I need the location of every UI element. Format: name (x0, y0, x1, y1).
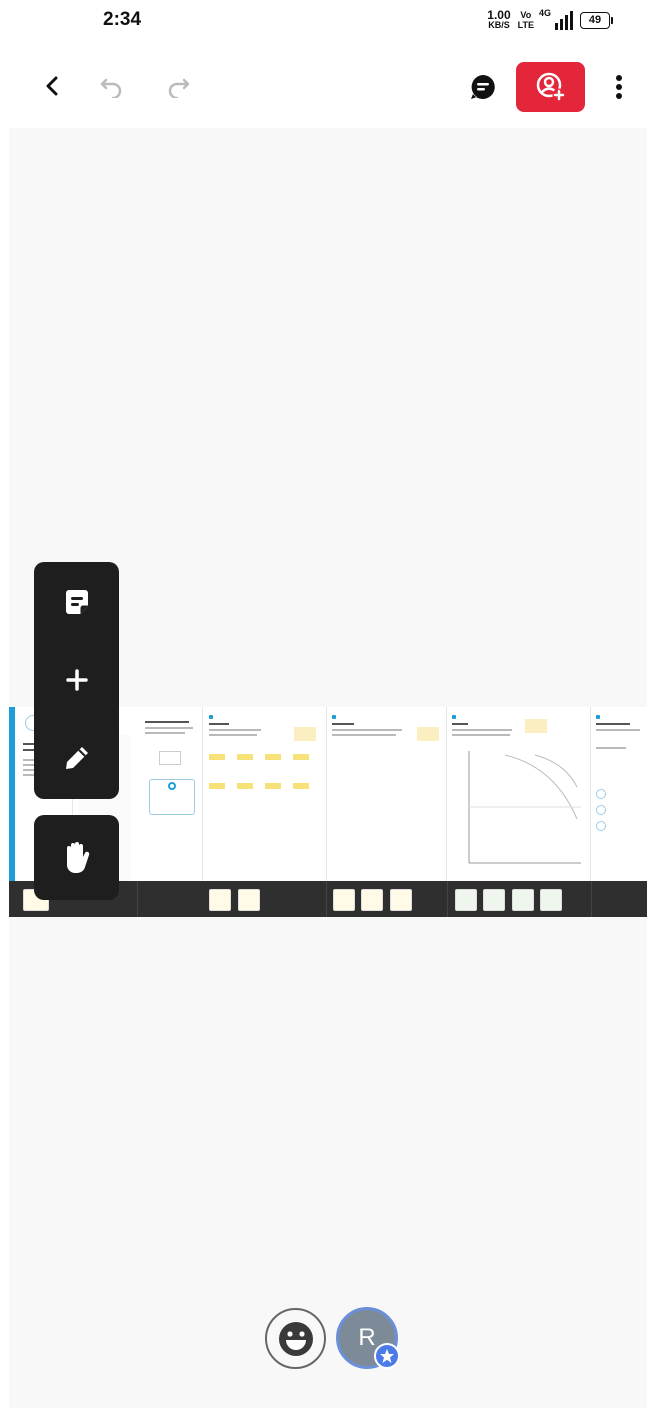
share-button[interactable] (516, 62, 585, 112)
status-bar: 2:34 1.00 KB/S Vo LTE 4G 49 (0, 0, 647, 44)
chevron-left-icon (46, 76, 58, 96)
plus-icon (65, 669, 88, 691)
network-type: 4G (539, 8, 552, 18)
more-options-button[interactable] (605, 70, 633, 104)
frame-thumbnail[interactable] (209, 889, 231, 911)
frame-thumbnail[interactable] (483, 889, 505, 911)
frame-thumbnail[interactable] (540, 889, 562, 911)
add-tool[interactable] (34, 652, 119, 708)
status-indicators: 1.00 KB/S Vo LTE 4G 49 (487, 8, 613, 30)
comments-button[interactable] (466, 70, 500, 104)
sticky-note-tool[interactable] (34, 574, 119, 630)
network-speed-unit: KB/S (488, 20, 510, 30)
pen-tool[interactable] (34, 730, 119, 786)
redo-icon (168, 78, 190, 98)
frame-brainstorm[interactable] (204, 707, 327, 881)
network-speed: 1.00 KB/S (487, 8, 511, 30)
frame-thumbnail[interactable] (512, 889, 534, 911)
tool-panel (34, 562, 119, 799)
signal-icon: 4G (539, 8, 573, 30)
whiteboard-screen: 2:34 1.00 KB/S Vo LTE 4G 49 R (0, 0, 647, 1408)
frame-thumbnail[interactable] (455, 889, 477, 911)
redo-button[interactable] (162, 70, 194, 102)
frame-grouping[interactable] (327, 707, 447, 881)
avatar-initial: R (358, 1324, 376, 1351)
more-vertical-icon (616, 75, 622, 99)
frame-prioritize[interactable] (447, 707, 591, 881)
pen-icon (65, 747, 88, 769)
undo-icon (100, 78, 122, 98)
hand-tool[interactable] (34, 815, 119, 900)
back-button[interactable] (36, 70, 68, 102)
add-user-icon (536, 72, 565, 102)
priority-matrix (468, 751, 581, 864)
battery-icon: 49 (580, 11, 613, 29)
reaction-button[interactable] (265, 1308, 326, 1369)
volte-top: Vo (520, 10, 532, 20)
network-speed-value: 1.00 (487, 8, 511, 22)
undo-button[interactable] (96, 70, 128, 102)
volte-bottom: LTE (517, 20, 534, 30)
frame-thumbnail[interactable] (390, 889, 412, 911)
frame-thumbnail[interactable] (238, 889, 260, 911)
sticky-note-icon (65, 590, 88, 614)
volte-indicator: Vo LTE (518, 10, 534, 30)
chat-bubble-icon (471, 75, 495, 99)
frame-thumbnail[interactable] (361, 889, 383, 911)
top-toolbar (0, 58, 647, 116)
battery-level: 49 (580, 11, 610, 29)
frame-thumbnail[interactable] (333, 889, 355, 911)
status-time: 2:34 (103, 9, 142, 30)
smiley-icon (278, 1321, 313, 1356)
star-icon (380, 1349, 394, 1363)
hand-icon (66, 841, 89, 873)
frame-next-steps[interactable] (591, 707, 647, 881)
owner-badge (374, 1343, 400, 1369)
